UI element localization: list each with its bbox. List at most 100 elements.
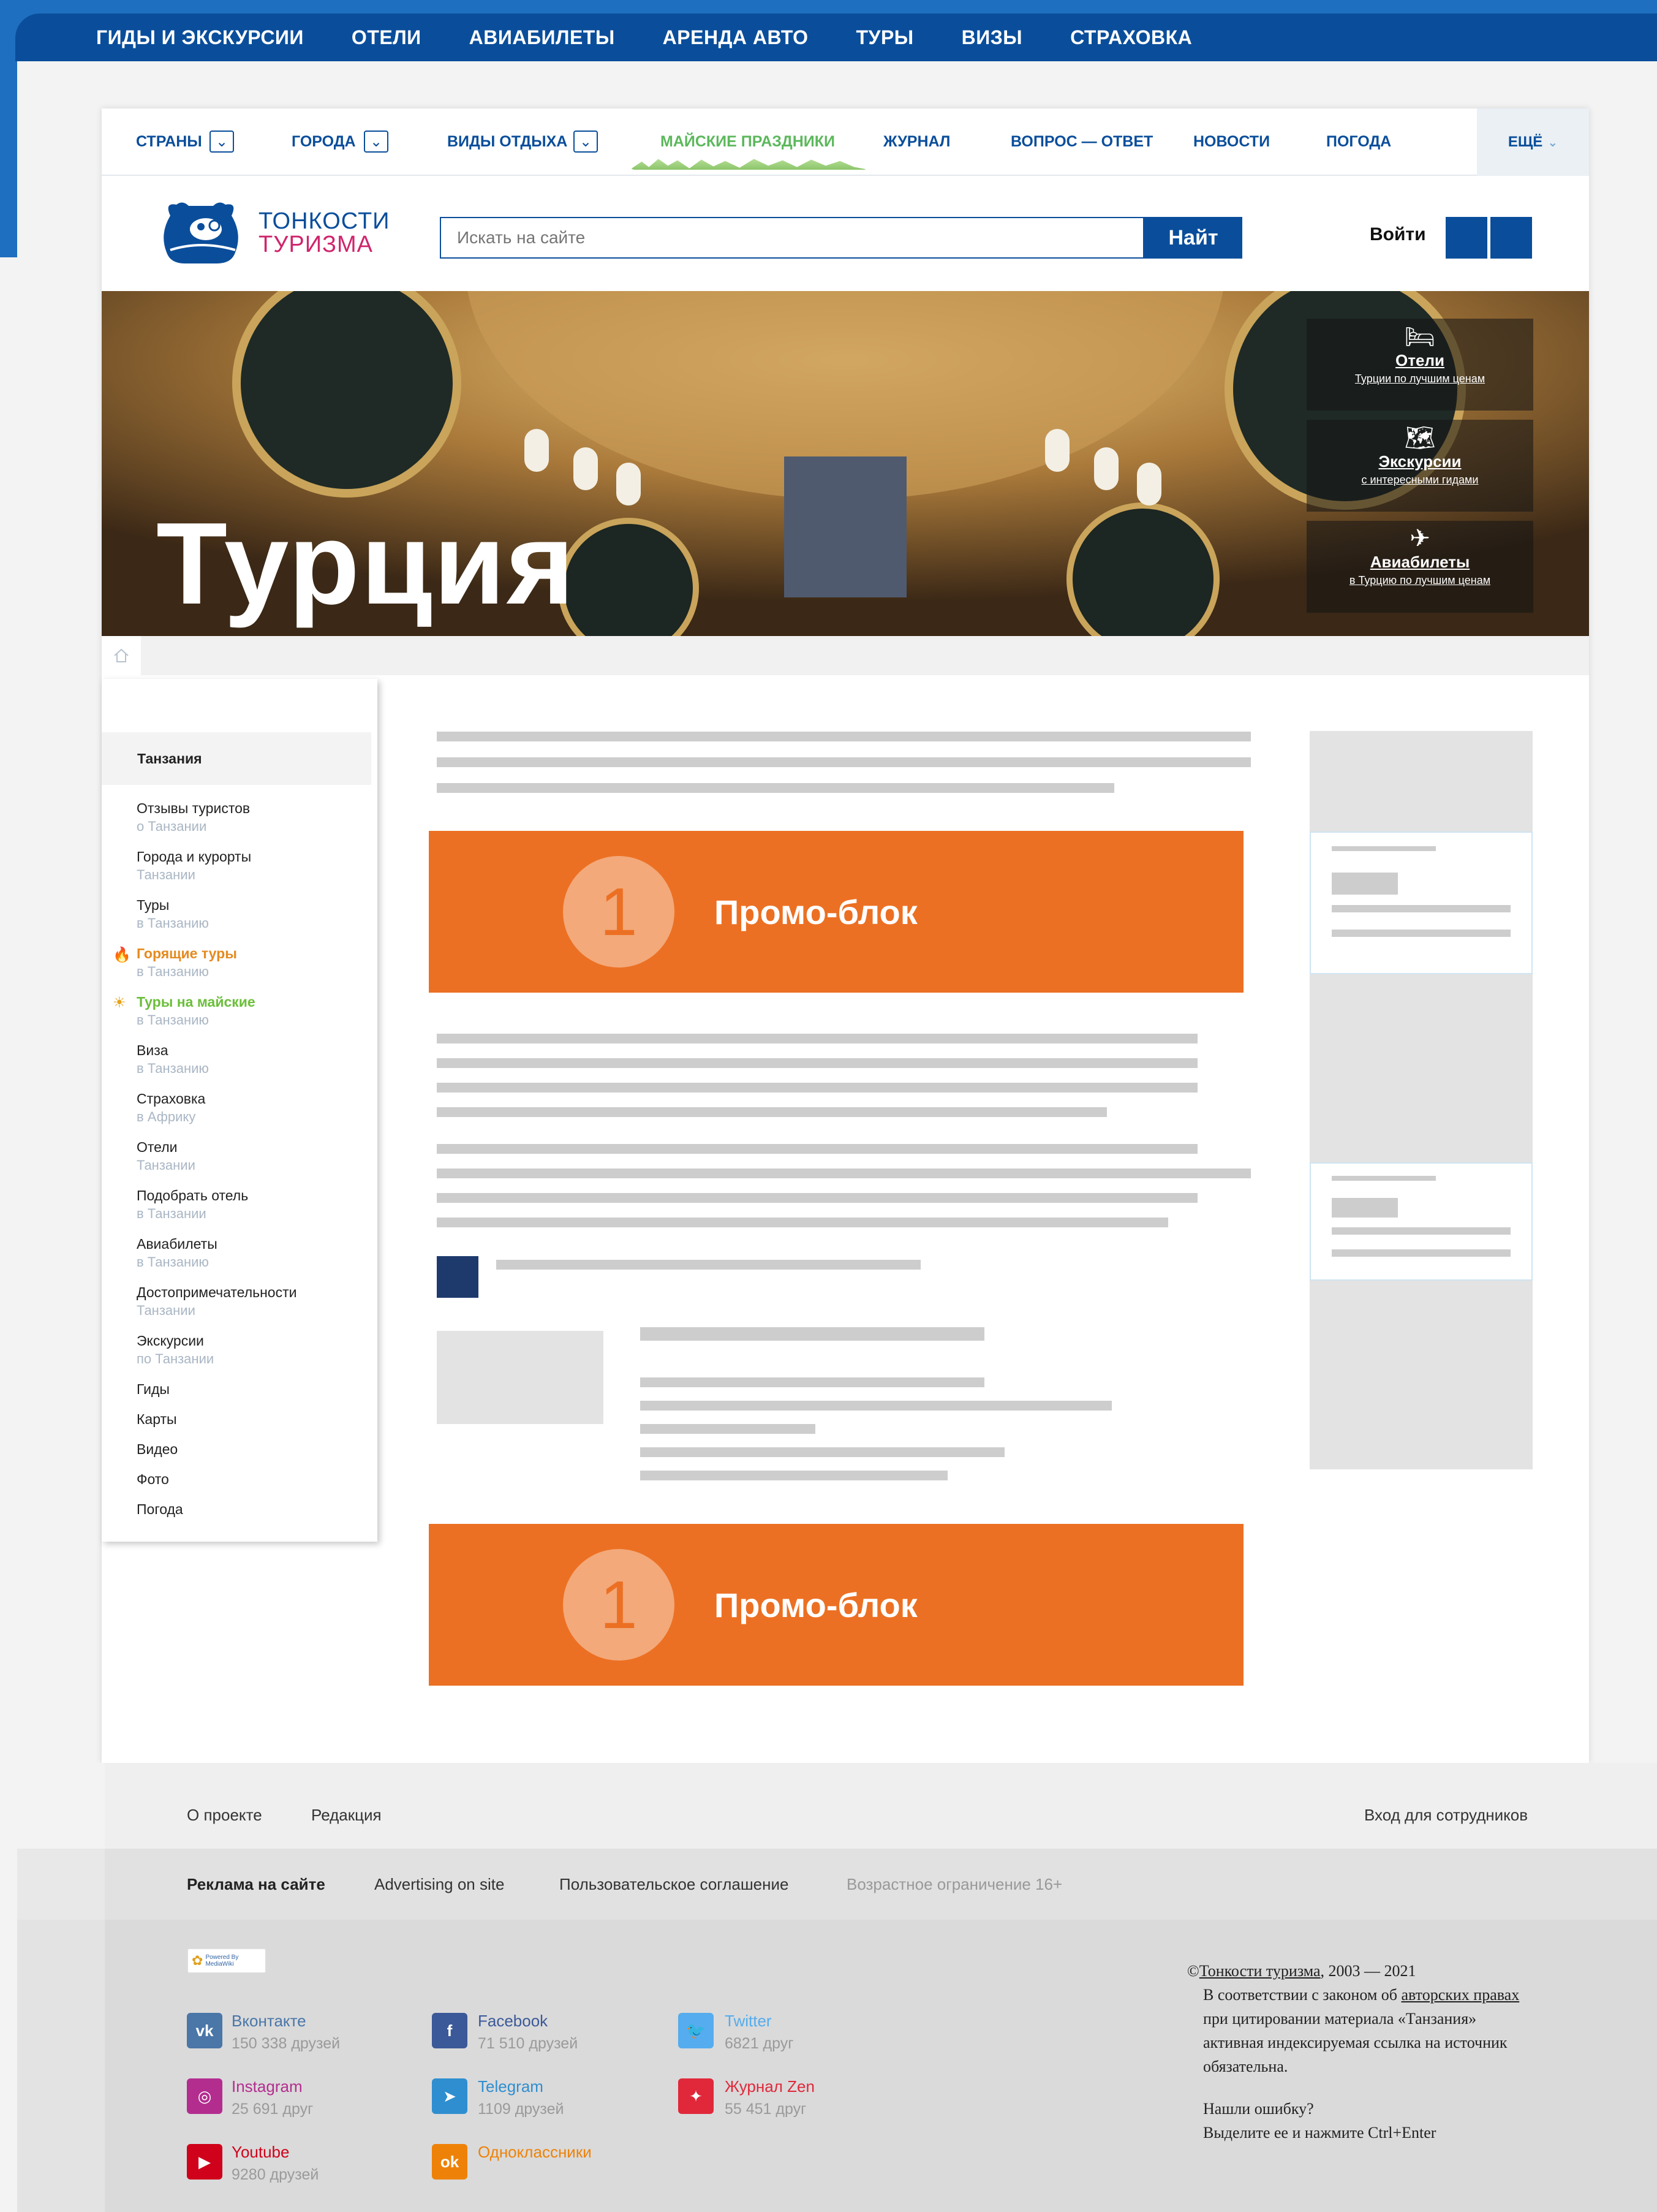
- social-vk-name[interactable]: Вконтакте: [232, 2012, 306, 2031]
- social-login-button[interactable]: [1446, 217, 1487, 259]
- promo-block[interactable]: 1 Промо-блок: [429, 831, 1244, 993]
- text-placeholder: [1332, 846, 1436, 851]
- footer-ads-en-link[interactable]: Advertising on site: [374, 1875, 504, 1894]
- social-facebook-name[interactable]: Facebook: [478, 2012, 548, 2031]
- text-placeholder: [640, 1424, 815, 1434]
- widget-box[interactable]: [1310, 1162, 1533, 1281]
- copyright-law-link[interactable]: авторских правах: [1402, 1986, 1520, 2004]
- top-navigation: ГИДЫ И ЭКСКУРСИИ ОТЕЛИ АВИАБИЛЕТЫ АРЕНДА…: [15, 13, 1657, 61]
- text-placeholder: [437, 1144, 1198, 1154]
- text-placeholder: [640, 1471, 948, 1480]
- text-placeholder: [1332, 1249, 1511, 1257]
- instagram-icon[interactable]: ◎: [187, 2078, 222, 2114]
- sidebar-heading[interactable]: Танзания: [102, 732, 371, 785]
- home-icon[interactable]: [102, 636, 141, 675]
- sidebar-item[interactable]: Погода: [137, 1500, 183, 1518]
- sidebar-item-hot-tours[interactable]: Горящие туры в Танзанию: [137, 944, 237, 981]
- facebook-icon[interactable]: f: [432, 2013, 467, 2048]
- youtube-icon[interactable]: ▶: [187, 2144, 222, 2180]
- chevron-down-icon[interactable]: ⌄: [364, 131, 388, 153]
- text-placeholder: [437, 732, 1251, 741]
- hero-link-subtitle: Турции по лучшим ценам: [1354, 373, 1485, 385]
- social-instagram-name[interactable]: Instagram: [232, 2077, 303, 2096]
- topnav-flights[interactable]: АВИАБИЛЕТЫ: [469, 26, 615, 49]
- sidebar-item[interactable]: Города и курорты Танзании: [137, 847, 251, 884]
- sidebar-item-may-tours[interactable]: Туры на майские в Танзанию: [137, 993, 255, 1029]
- topnav-guides[interactable]: ГИДЫ И ЭКСКУРСИИ: [96, 26, 304, 49]
- social-ok-name[interactable]: Одноклассники: [478, 2143, 592, 2162]
- footer-strip: [17, 1763, 105, 2212]
- sub-navigation: СТРАНЫ ⌄ ГОРОДА ⌄ ВИДЫ ОТДЫХА ⌄ МАЙСКИЕ …: [102, 108, 1589, 176]
- zen-icon[interactable]: ✦: [678, 2078, 714, 2114]
- hero-link-flights[interactable]: ✈ Авиабилеты в Турцию по лучшим ценам: [1307, 521, 1533, 613]
- hero-link-subtitle: в Турцию по лучшим ценам: [1349, 574, 1491, 586]
- social-youtube-count: 9280 друзей: [232, 2166, 319, 2183]
- sidebar-item[interactable]: Достопримечательности Танзании: [137, 1283, 296, 1320]
- sidebar-item[interactable]: Туры в Танзанию: [137, 896, 209, 933]
- sidebar-item[interactable]: Гиды: [137, 1380, 170, 1398]
- subnav-cities[interactable]: ГОРОДА: [292, 133, 356, 151]
- chevron-down-icon: ⌄: [1547, 135, 1558, 150]
- text-placeholder: [437, 783, 1114, 793]
- sidebar-item[interactable]: Фото: [137, 1470, 169, 1488]
- sidebar-item[interactable]: Карты: [137, 1410, 177, 1428]
- chevron-down-icon[interactable]: ⌄: [209, 131, 234, 153]
- subnav-may-holidays[interactable]: МАЙСКИЕ ПРАЗДНИКИ: [660, 133, 835, 151]
- subnav-more[interactable]: ЕЩЁ ⌄: [1477, 108, 1589, 176]
- logo-text-bottom: ТУРИЗМА: [259, 232, 373, 257]
- widget-box[interactable]: [1310, 831, 1533, 974]
- social-facebook-count: 71 510 друзей: [478, 2035, 578, 2052]
- subnav-weather[interactable]: ПОГОДА: [1326, 133, 1391, 151]
- sidebar-item[interactable]: Видео: [137, 1440, 178, 1458]
- social-youtube-name[interactable]: Youtube: [232, 2143, 289, 2162]
- subnav-vacation-types[interactable]: ВИДЫ ОТДЫХА: [447, 133, 567, 151]
- copyright-site-link[interactable]: Тонкости туризма: [1199, 1962, 1321, 1980]
- footer-editorial-link[interactable]: Редакция: [311, 1806, 382, 1825]
- text-placeholder: [1332, 1227, 1511, 1235]
- search-button[interactable]: Найт: [1144, 217, 1242, 259]
- subnav-qa[interactable]: ВОПРОС — ОТВЕТ: [1011, 133, 1153, 151]
- promo-label: Промо-блок: [714, 1586, 918, 1624]
- text-placeholder: [496, 1260, 921, 1270]
- page-title: Турция: [156, 499, 576, 629]
- hero-link-excursions[interactable]: 🗺 Экскурсии с интересными гидами: [1307, 420, 1533, 512]
- social-zen-count: 55 451 друг: [725, 2100, 807, 2118]
- subnav-news[interactable]: НОВОСТИ: [1193, 133, 1270, 151]
- subnav-countries[interactable]: СТРАНЫ: [136, 133, 202, 151]
- chevron-down-icon[interactable]: ⌄: [573, 131, 598, 153]
- promo-label: Промо-блок: [714, 893, 918, 931]
- hero-link-hotels[interactable]: 🛏 Отели Турции по лучшим ценам: [1307, 319, 1533, 411]
- vk-icon[interactable]: vk: [187, 2013, 222, 2048]
- footer-ads-link[interactable]: Реклама на сайте: [187, 1875, 325, 1894]
- social-login-button[interactable]: [1490, 217, 1532, 259]
- sidebar-item[interactable]: Подобрать отель в Танзании: [137, 1186, 248, 1223]
- topnav-tours[interactable]: ТУРЫ: [856, 26, 914, 49]
- topnav-visas[interactable]: ВИЗЫ: [962, 26, 1022, 49]
- sidebar-item[interactable]: Виза в Танзанию: [137, 1041, 209, 1078]
- social-twitter-name[interactable]: Twitter: [725, 2012, 772, 2031]
- search-input[interactable]: [440, 217, 1144, 259]
- topnav-hotels[interactable]: ОТЕЛИ: [352, 26, 421, 49]
- footer-agreement-link[interactable]: Пользовательское соглашение: [559, 1875, 789, 1894]
- bear-logo-icon[interactable]: [158, 197, 244, 266]
- sidebar-item[interactable]: Страховка в Африку: [137, 1089, 205, 1126]
- subnav-journal[interactable]: ЖУРНАЛ: [883, 133, 950, 151]
- topnav-car-rent[interactable]: АРЕНДА АВТО: [663, 26, 809, 49]
- social-telegram-name[interactable]: Telegram: [478, 2077, 543, 2096]
- promo-block[interactable]: 1 Промо-блок: [429, 1524, 1244, 1686]
- sidebar-item[interactable]: Экскурсии по Танзании: [137, 1331, 214, 1368]
- telegram-icon[interactable]: ➤: [432, 2078, 467, 2114]
- footer-staff-login-link[interactable]: Вход для сотрудников: [1364, 1806, 1528, 1825]
- topnav-insurance[interactable]: СТРАХОВКА: [1070, 26, 1192, 49]
- twitter-icon[interactable]: 🐦: [678, 2013, 714, 2048]
- sunflower-icon: ✿: [192, 1953, 203, 1968]
- sidebar-item[interactable]: Авиабилеты в Танзанию: [137, 1235, 217, 1271]
- sidebar-item[interactable]: Отзывы туристов о Танзании: [137, 799, 250, 836]
- social-zen-name[interactable]: Журнал Zen: [725, 2077, 815, 2096]
- footer-about-link[interactable]: О проекте: [187, 1806, 262, 1825]
- login-link[interactable]: Войти: [1370, 224, 1426, 245]
- mediawiki-badge[interactable]: ✿ Powered By MediaWiki: [187, 1948, 266, 1974]
- social-twitter-count: 6821 друг: [725, 2035, 794, 2052]
- sidebar-item[interactable]: Отели Танзании: [137, 1138, 195, 1175]
- ok-icon[interactable]: ok: [432, 2144, 467, 2180]
